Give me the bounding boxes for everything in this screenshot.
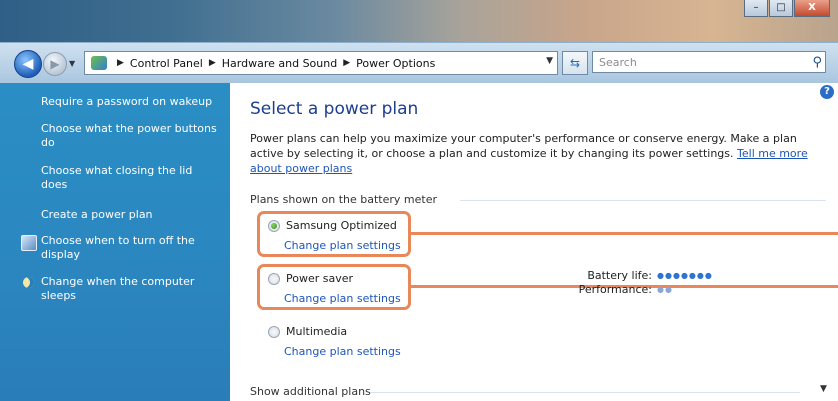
sidebar-item-power-buttons[interactable]: Choose what the power buttons do bbox=[41, 122, 221, 150]
minimize-button[interactable]: – bbox=[744, 0, 768, 17]
address-bar[interactable]: ▶ Control Panel ▶ Hardware and Sound ▶ P… bbox=[84, 51, 558, 75]
search-input[interactable]: Search ⚲ bbox=[592, 51, 826, 73]
show-additional-plans[interactable]: Show additional plans bbox=[250, 385, 371, 398]
battery-life-label: Battery life: bbox=[587, 269, 652, 282]
breadcrumb-hardware-and-sound[interactable]: Hardware and Sound bbox=[222, 57, 337, 70]
search-placeholder: Search bbox=[599, 56, 637, 69]
section-divider bbox=[460, 200, 826, 201]
performance-label: Performance: bbox=[578, 283, 652, 296]
performance-rating: ●● bbox=[657, 285, 673, 294]
shield-icon bbox=[21, 235, 37, 251]
navigation-bar: ◀ ▶ ▼ ▶ Control Panel ▶ Hardware and Sou… bbox=[0, 42, 838, 84]
main-content: ? Select a power plan Power plans can he… bbox=[230, 83, 838, 401]
window-controls: – □ X bbox=[743, 0, 830, 18]
search-icon[interactable]: ⚲ bbox=[812, 52, 822, 74]
sidebar-item-require-password[interactable]: Require a password on wakeup bbox=[41, 95, 221, 109]
intro-body: Power plans can help you maximize your c… bbox=[250, 132, 797, 160]
battery-life-rating: ●●●●●●● bbox=[657, 271, 713, 280]
sidebar-item-closing-lid[interactable]: Choose what closing the lid does bbox=[41, 164, 221, 192]
back-button[interactable]: ◀ bbox=[14, 50, 42, 78]
maximize-button[interactable]: □ bbox=[769, 0, 793, 17]
breadcrumb-control-panel[interactable]: Control Panel bbox=[130, 57, 203, 70]
control-panel-icon bbox=[91, 56, 107, 70]
address-dropdown-icon[interactable]: ▼ bbox=[546, 56, 553, 66]
intro-text: Power plans can help you maximize your c… bbox=[250, 131, 820, 176]
history-dropdown-icon[interactable]: ▼ bbox=[69, 59, 75, 68]
breadcrumb-power-options[interactable]: Power Options bbox=[356, 57, 435, 70]
plan-multimedia: Multimedia Change plan settings bbox=[268, 325, 401, 358]
chevron-down-icon[interactable]: ▼ bbox=[820, 384, 827, 394]
sidebar: Require a password on wakeup Choose what… bbox=[0, 83, 230, 401]
close-button[interactable]: X bbox=[794, 0, 830, 17]
forward-button[interactable]: ▶ bbox=[43, 52, 67, 76]
callout-line bbox=[411, 232, 838, 235]
sidebar-item-computer-sleeps[interactable]: Change when the computer sleeps bbox=[41, 275, 221, 303]
sidebar-item-turn-off-display[interactable]: Choose when to turn off the display bbox=[41, 234, 221, 262]
refresh-button[interactable]: ⇆ bbox=[562, 51, 588, 75]
highlight-box bbox=[257, 211, 411, 257]
breadcrumb-separator-icon[interactable]: ▶ bbox=[343, 58, 350, 68]
change-plan-settings-link[interactable]: Change plan settings bbox=[284, 345, 401, 358]
plan-name[interactable]: Multimedia bbox=[286, 325, 347, 338]
help-icon[interactable]: ? bbox=[820, 85, 834, 99]
section-heading: Plans shown on the battery meter bbox=[250, 193, 438, 206]
bottom-divider bbox=[370, 392, 800, 393]
page-title: Select a power plan bbox=[250, 99, 419, 119]
highlight-box bbox=[257, 264, 411, 310]
title-bar: – □ X bbox=[0, 0, 838, 42]
breadcrumb-separator-icon[interactable]: ▶ bbox=[117, 58, 124, 68]
moon-icon bbox=[21, 276, 35, 290]
plan-radio-multimedia[interactable] bbox=[268, 325, 280, 338]
sidebar-item-create-plan[interactable]: Create a power plan bbox=[41, 208, 221, 222]
breadcrumb-separator-icon[interactable]: ▶ bbox=[209, 58, 216, 68]
